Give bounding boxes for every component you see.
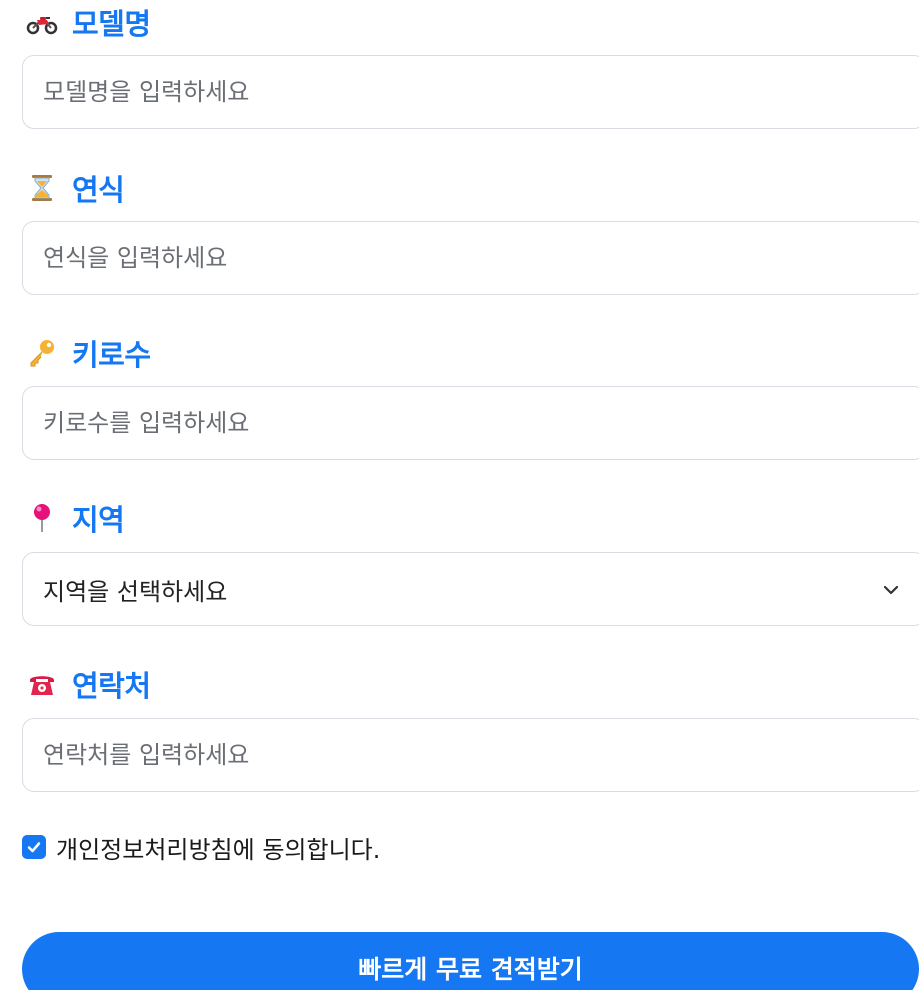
model-input[interactable] — [23, 56, 919, 128]
contact-label-text: 연락처 — [72, 669, 151, 703]
contact-label: 연락처 — [26, 664, 151, 704]
mileage-label: 키로수 — [26, 333, 151, 373]
submit-button[interactable]: 빠르게 무료 견적받기 — [22, 932, 919, 990]
model-label-text: 모델명 — [72, 7, 151, 41]
region-selected-value: 지역을 선택하세요 — [43, 577, 228, 606]
hourglass-icon — [26, 172, 58, 204]
contact-field[interactable] — [22, 718, 919, 792]
year-field[interactable] — [22, 221, 919, 295]
chevron-down-icon — [881, 580, 901, 600]
telephone-icon — [26, 668, 58, 700]
region-select[interactable]: 지역을 선택하세요 — [22, 552, 919, 626]
year-label: 연식 — [26, 168, 125, 208]
motorcycle-icon — [26, 6, 58, 38]
pushpin-icon — [26, 502, 58, 534]
region-label: 지역 — [26, 498, 125, 538]
region-label-text: 지역 — [72, 503, 125, 537]
model-field[interactable] — [22, 55, 919, 129]
mileage-field[interactable] — [22, 386, 919, 460]
quote-form: 모델명 연식 키로수 — [0, 0, 919, 990]
consent-checkbox[interactable] — [22, 835, 46, 859]
mileage-input[interactable] — [23, 387, 919, 459]
model-label: 모델명 — [26, 2, 151, 42]
key-icon — [26, 337, 58, 369]
contact-input[interactable] — [23, 719, 919, 791]
check-icon — [27, 842, 41, 853]
consent-label: 개인정보처리방침에 동의합니다. — [56, 835, 381, 864]
year-input[interactable] — [23, 222, 919, 294]
privacy-consent[interactable]: 개인정보처리방침에 동의합니다. — [22, 832, 381, 864]
year-label-text: 연식 — [72, 173, 125, 207]
mileage-label-text: 키로수 — [72, 338, 151, 372]
submit-button-label: 빠르게 무료 견적받기 — [358, 955, 583, 984]
